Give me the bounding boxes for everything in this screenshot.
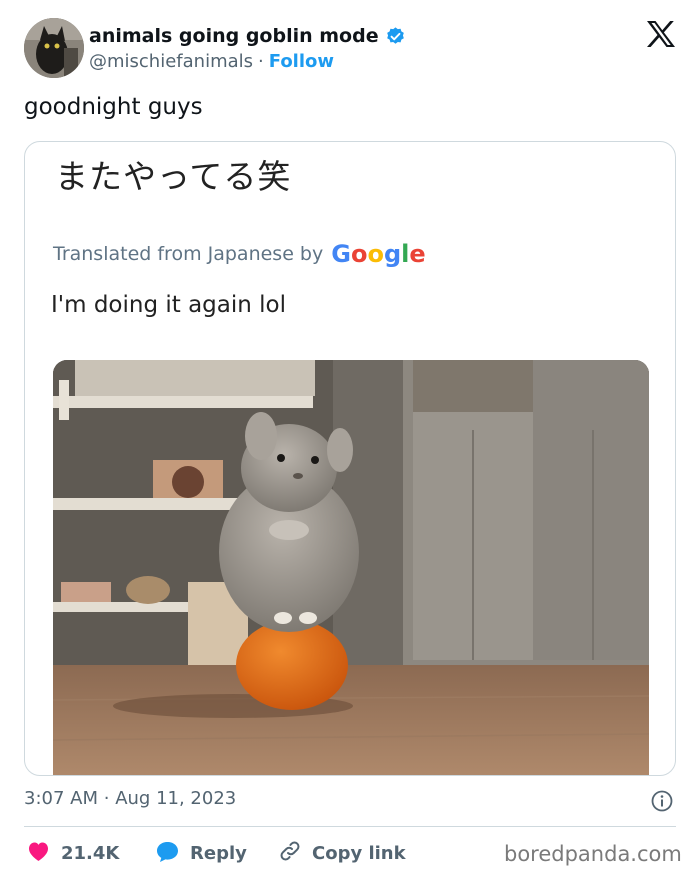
timestamp[interactable]: 3:07 AM · Aug 11, 2023 [24,788,236,809]
divider [24,826,676,827]
handle[interactable]: @mischiefanimals [89,51,253,72]
author-name-row: animals going goblin mode [89,22,406,50]
follow-button[interactable]: Follow [269,51,334,72]
reply-label: Reply [190,842,247,864]
like-button[interactable]: 21.4K [26,838,119,868]
x-logo-icon[interactable] [646,20,676,48]
speech-bubble-icon [155,840,180,867]
translation-attribution: Translated from Japanese by Google [53,237,426,271]
display-name[interactable]: animals going goblin mode [89,25,379,47]
copy-link-button[interactable]: Copy link [278,838,406,868]
timestamp-separator: · [103,788,110,809]
avatar-image [24,18,84,78]
chinchilla-photo[interactable] [53,360,649,775]
reply-button[interactable]: Reply [155,838,247,868]
copy-link-label: Copy link [312,842,406,864]
embedded-media-card[interactable]: またやってる笑 Translated from Japanese by Goog… [24,141,676,776]
separator-dot: · [258,50,264,72]
handle-row: @mischiefanimals · Follow [89,49,334,73]
link-icon [278,839,302,867]
tweet-date: Aug 11, 2023 [115,788,237,809]
info-icon[interactable] [651,790,673,812]
watermark: boredpanda.com [504,842,682,866]
google-logo: Google [331,240,426,268]
avatar[interactable] [24,18,84,78]
original-japanese-text: またやってる笑 [55,157,292,196]
translated-text: I'm doing it again lol [51,292,287,318]
translated-label: Translated from Japanese by [53,243,324,265]
like-count: 21.4K [61,842,120,864]
verified-badge-icon [385,26,406,47]
heart-icon [26,840,51,866]
tweet-time: 3:07 AM [24,788,98,809]
tweet-text: goodnight guys [24,94,203,120]
